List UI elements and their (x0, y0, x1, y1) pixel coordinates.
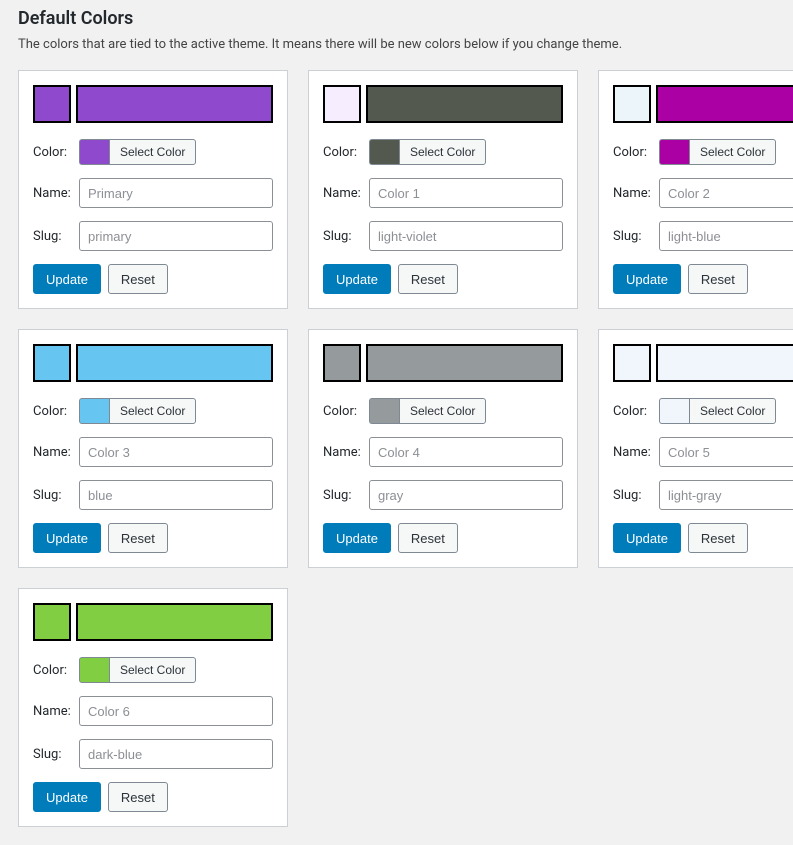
name-input[interactable] (79, 696, 273, 726)
preview-swatch-large (656, 85, 793, 123)
preview-swatch-small (613, 344, 651, 382)
reset-button[interactable]: Reset (108, 264, 168, 294)
preview-swatch-large (76, 603, 273, 641)
reset-button[interactable]: Reset (688, 264, 748, 294)
update-button[interactable]: Update (613, 264, 681, 294)
preview-row (33, 85, 273, 123)
color-swatch-button[interactable] (659, 398, 689, 424)
slug-label: Slug: (613, 488, 659, 503)
slug-label: Slug: (323, 488, 369, 503)
preview-swatch-large (656, 344, 793, 382)
preview-swatch-large (76, 344, 273, 382)
preview-row (323, 85, 563, 123)
reset-button[interactable]: Reset (398, 523, 458, 553)
preview-row (613, 344, 793, 382)
name-input[interactable] (369, 178, 563, 208)
preview-swatch-large (76, 85, 273, 123)
name-label: Name: (613, 186, 659, 201)
select-color-button[interactable]: Select Color (109, 657, 196, 683)
color-label: Color: (33, 663, 79, 678)
select-color-button[interactable]: Select Color (109, 139, 196, 165)
update-button[interactable]: Update (33, 782, 101, 812)
select-color-button[interactable]: Select Color (689, 398, 776, 424)
reset-button[interactable]: Reset (688, 523, 748, 553)
color-swatch-button[interactable] (79, 139, 109, 165)
color-card: Color: Select Color Name: Slug: Update R… (598, 329, 793, 568)
preview-swatch-small (33, 603, 71, 641)
reset-button[interactable]: Reset (108, 782, 168, 812)
preview-swatch-small (613, 85, 651, 123)
color-label: Color: (33, 404, 79, 419)
color-card: Color: Select Color Name: Slug: Update R… (598, 70, 793, 309)
reset-button[interactable]: Reset (108, 523, 168, 553)
name-input[interactable] (659, 178, 793, 208)
color-label: Color: (613, 404, 659, 419)
preview-swatch-large (366, 344, 563, 382)
name-label: Name: (323, 186, 369, 201)
update-button[interactable]: Update (323, 264, 391, 294)
reset-button[interactable]: Reset (398, 264, 458, 294)
color-label: Color: (323, 145, 369, 160)
color-card: Color: Select Color Name: Slug: Update R… (18, 588, 288, 827)
update-button[interactable]: Update (323, 523, 391, 553)
select-color-button[interactable]: Select Color (399, 139, 486, 165)
slug-label: Slug: (33, 488, 79, 503)
name-label: Name: (33, 704, 79, 719)
color-cards-grid: Color: Select Color Name: Slug: Update R… (18, 70, 775, 827)
page-description: The colors that are tied to the active t… (18, 37, 775, 52)
slug-input[interactable] (79, 221, 273, 251)
slug-input[interactable] (659, 221, 793, 251)
slug-input[interactable] (369, 221, 563, 251)
preview-swatch-large (366, 85, 563, 123)
slug-label: Slug: (323, 229, 369, 244)
preview-swatch-small (33, 344, 71, 382)
slug-label: Slug: (33, 747, 79, 762)
color-swatch-button[interactable] (79, 657, 109, 683)
color-swatch-button[interactable] (369, 139, 399, 165)
name-input[interactable] (79, 437, 273, 467)
preview-swatch-small (323, 85, 361, 123)
slug-input[interactable] (659, 480, 793, 510)
name-label: Name: (33, 186, 79, 201)
update-button[interactable]: Update (33, 523, 101, 553)
color-card: Color: Select Color Name: Slug: Update R… (308, 70, 578, 309)
preview-row (323, 344, 563, 382)
color-card: Color: Select Color Name: Slug: Update R… (308, 329, 578, 568)
color-card: Color: Select Color Name: Slug: Update R… (18, 329, 288, 568)
name-input[interactable] (659, 437, 793, 467)
select-color-button[interactable]: Select Color (109, 398, 196, 424)
color-swatch-button[interactable] (659, 139, 689, 165)
color-label: Color: (33, 145, 79, 160)
slug-input[interactable] (79, 739, 273, 769)
color-card: Color: Select Color Name: Slug: Update R… (18, 70, 288, 309)
page-title: Default Colors (18, 8, 775, 29)
name-input[interactable] (369, 437, 563, 467)
slug-input[interactable] (369, 480, 563, 510)
preview-row (33, 344, 273, 382)
preview-row (33, 603, 273, 641)
name-label: Name: (33, 445, 79, 460)
slug-label: Slug: (33, 229, 79, 244)
slug-input[interactable] (79, 480, 273, 510)
name-input[interactable] (79, 178, 273, 208)
preview-row (613, 85, 793, 123)
name-label: Name: (323, 445, 369, 460)
name-label: Name: (613, 445, 659, 460)
update-button[interactable]: Update (613, 523, 681, 553)
color-swatch-button[interactable] (79, 398, 109, 424)
color-swatch-button[interactable] (369, 398, 399, 424)
slug-label: Slug: (613, 229, 659, 244)
color-label: Color: (613, 145, 659, 160)
color-label: Color: (323, 404, 369, 419)
update-button[interactable]: Update (33, 264, 101, 294)
preview-swatch-small (323, 344, 361, 382)
select-color-button[interactable]: Select Color (399, 398, 486, 424)
preview-swatch-small (33, 85, 71, 123)
select-color-button[interactable]: Select Color (689, 139, 776, 165)
